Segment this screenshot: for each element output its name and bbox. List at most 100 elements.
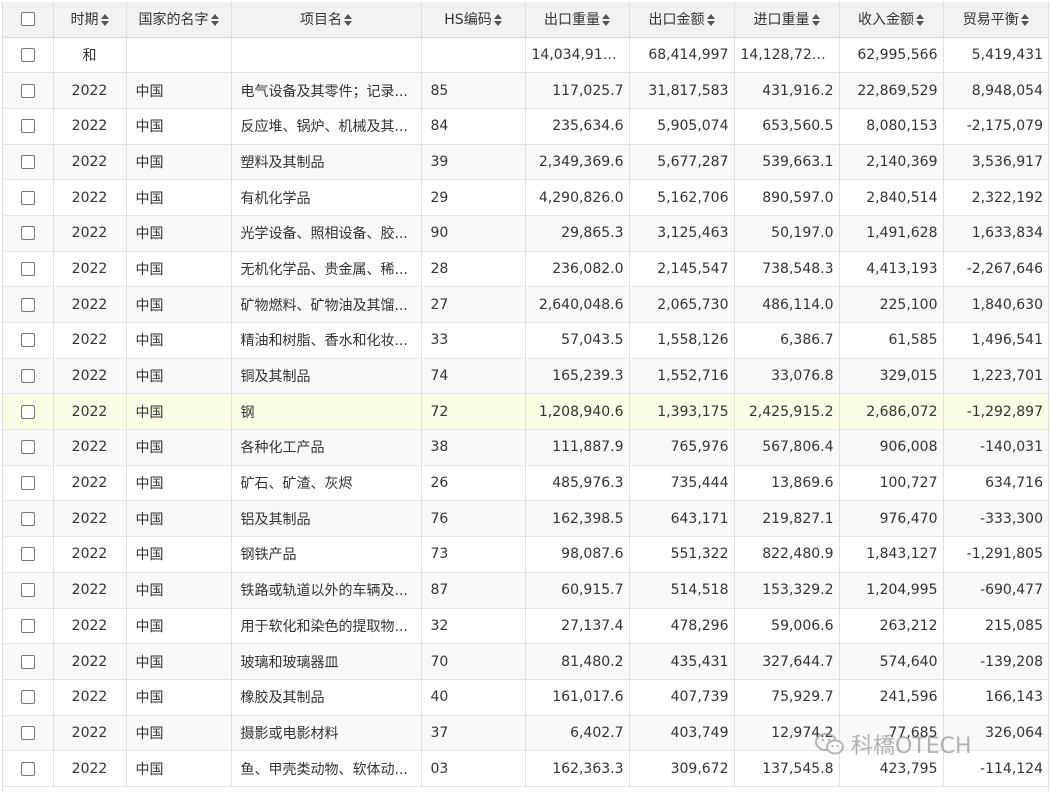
select-all-header[interactable] [3,2,54,38]
row-checkbox[interactable] [20,154,35,169]
row-checkbox[interactable] [20,725,35,740]
table-row[interactable]: 2022 中国 矿石、矿渣、灰烬 26 485,976.3 735,444 13,869.6… [3,465,1048,502]
table-row[interactable]: 2022 中国 无机化学品、贵金属、稀... 28 236,082.0 2,145,547… [3,251,1048,288]
cell-export-value: 2,065,730 [629,286,735,323]
row-select-cell[interactable] [3,679,54,716]
table-row[interactable]: 2022 中国 有机化学品 29 4,290,826.0 5,162,706 890,597… [3,179,1048,216]
row-select-cell[interactable] [3,715,54,752]
cell-export-value: 31,817,583 [629,72,735,109]
table-row[interactable]: 2022 中国 光学设备、照相设备、胶... 90 29,865.3 3,125,463 5… [3,215,1048,252]
row-checkbox[interactable] [20,369,35,384]
cell-income: 2,686,072 [839,393,944,431]
cell-income: 976,470 [839,500,944,538]
row-checkbox[interactable] [20,547,35,562]
column-header-export-value[interactable]: 出口金额 [629,2,735,38]
cell-export-weight: 165,239.3 [525,358,630,395]
row-select-cell[interactable] [3,144,54,181]
table-row[interactable]: 2022 中国 电气设备及其零件；记录... 85 117,025.7 31,817,58… [3,72,1048,109]
row-select-cell[interactable] [3,536,54,573]
cell-trade-balance: 1,496,541 [943,322,1048,359]
row-select-cell[interactable] [3,465,54,502]
column-header-export-weight[interactable]: 出口重量 [525,2,630,38]
table-row[interactable]: 2022 中国 铁路或轨道以外的车辆及... 87 60,915.7 514,518 153… [3,572,1048,609]
column-header-import-weight[interactable]: 进口重量 [734,2,840,38]
cell-import-weight: 327,644.7 [734,643,840,680]
cell-item-name: 铁路或轨道以外的车辆及... [231,572,422,609]
table-row[interactable]: 2022 中国钢 72 1,208,940.6 1,393,175 2,425,915.2… [3,393,1048,431]
row-select-cell[interactable] [3,215,54,252]
table-row[interactable]: 2022 中国 铜及其制品 74 165,239.3 1,552,716 33,076.8 3… [3,358,1048,395]
table-row[interactable]: 2022 中国 摄影或电影材料 37 6,402.7 403,749 12,974.2 77,… [3,715,1048,752]
row-select-cell[interactable] [3,429,54,466]
cell-hs-code: 40 [421,679,526,716]
table-row[interactable]: 2022 中国 钢铁产品 73 98,087.6 551,322 822,480.9 1,84… [3,536,1048,573]
table-row[interactable]: 2022 中国 用于软化和染色的提取物... 32 27,137.4 478,296 59,… [3,608,1048,645]
row-checkbox[interactable] [20,297,35,312]
row-select-cell[interactable] [3,393,54,431]
table-row[interactable]: 2022 中国 橡胶及其制品 40 161,017.6 407,739 75,929.7 24… [3,679,1048,716]
row-checkbox[interactable] [20,83,35,98]
sort-icon[interactable] [811,14,820,27]
sort-icon[interactable] [706,14,715,27]
cell-trade-balance: 8,948,054 [943,72,1048,109]
row-checkbox[interactable] [20,261,35,276]
row-select-cell[interactable] [3,643,54,680]
row-select-cell[interactable] [3,179,54,216]
row-checkbox[interactable] [20,226,35,241]
table-row[interactable]: 2022 中国 各种化工产品 38 111,887.9 765,976 567,806.4 9… [3,429,1048,466]
cell-item-name: 电气设备及其零件；记录... [231,72,422,109]
sort-icon[interactable] [602,14,610,27]
column-header-country[interactable]: 国家的名字 [126,2,232,38]
table-row[interactable]: 2022 中国 鱼、甲壳类动物、软体动... 03 162,363.3 309,672 13… [3,750,1048,787]
cell-export-value: 1,552,716 [629,358,735,395]
column-header-period[interactable]: 时期 [53,2,127,38]
row-select-cell[interactable] [3,750,54,787]
row-checkbox[interactable] [20,119,35,134]
column-header-balance[interactable]: 贸易平衡 [943,2,1048,38]
row-checkbox[interactable] [20,511,35,526]
table-row[interactable]: 2022 中国 塑料及其制品 39 2,349,369.6 5,677,287 539,66… [3,144,1048,181]
sort-icon[interactable] [1020,14,1029,27]
table-row[interactable]: 2022 中国 玻璃和玻璃器皿 70 81,480.2 435,431 327,644.7 5… [3,643,1048,680]
table-row[interactable]: 2022 中国 铝及其制品 76 162,398.5 643,171 219,827.1 97… [3,500,1048,538]
row-checkbox[interactable] [20,333,35,348]
row-select-cell[interactable] [3,72,54,109]
sort-icon[interactable] [344,14,352,27]
row-checkbox[interactable] [20,690,35,705]
column-header-item[interactable]: 项目名 [231,2,422,38]
row-select-cell[interactable] [3,322,54,359]
row-checkbox[interactable] [20,404,35,419]
table-row[interactable]: 2022 中国 矿物燃料、矿物油及其馏... 27 2,640,048.6 2,065,7… [3,286,1048,323]
cell-trade-balance: -140,031 [943,429,1048,466]
row-select-cell[interactable] [3,572,54,609]
row-select-cell[interactable] [3,358,54,395]
select-all-checkbox[interactable] [20,12,35,27]
row-checkbox[interactable] [20,476,35,491]
row-checkbox[interactable] [20,190,35,205]
sort-icon[interactable] [493,14,502,27]
row-checkbox[interactable] [20,440,35,455]
summary-row-checkbox[interactable] [20,47,35,62]
row-select-cell[interactable] [3,37,54,74]
cell-country: 中国 [126,144,232,181]
row-select-cell[interactable] [3,286,54,323]
cell-country: 中国 [126,572,232,609]
sort-icon[interactable] [916,14,924,27]
table-row[interactable]: 2022 中国 精油和树脂、香水和化妆... 33 57,043.5 1,558,126 6… [3,322,1048,359]
row-select-cell[interactable] [3,500,54,538]
row-checkbox[interactable] [20,761,35,776]
column-header-hs[interactable]: HS编码 [421,2,526,38]
header-row: 时期 国家的名字 项目名 HS编码 出口重量 出口金额 进口重量 收入金额 贸易平衡 [3,2,1048,38]
row-select-cell[interactable] [3,251,54,288]
row-checkbox[interactable] [20,618,35,633]
row-checkbox[interactable] [20,583,35,598]
cell-country: 中国 [126,679,232,716]
column-header-income[interactable]: 收入金额 [839,2,944,38]
cell-income: 22,869,529 [839,72,944,109]
sort-icon[interactable] [210,14,219,27]
row-checkbox[interactable] [20,654,35,669]
sort-icon[interactable] [100,14,109,27]
row-select-cell[interactable] [3,608,54,645]
row-select-cell[interactable] [3,108,54,145]
table-row[interactable]: 2022 中国 反应堆、锅炉、机械及其... 84 235,634.6 5,905,074… [3,108,1048,145]
